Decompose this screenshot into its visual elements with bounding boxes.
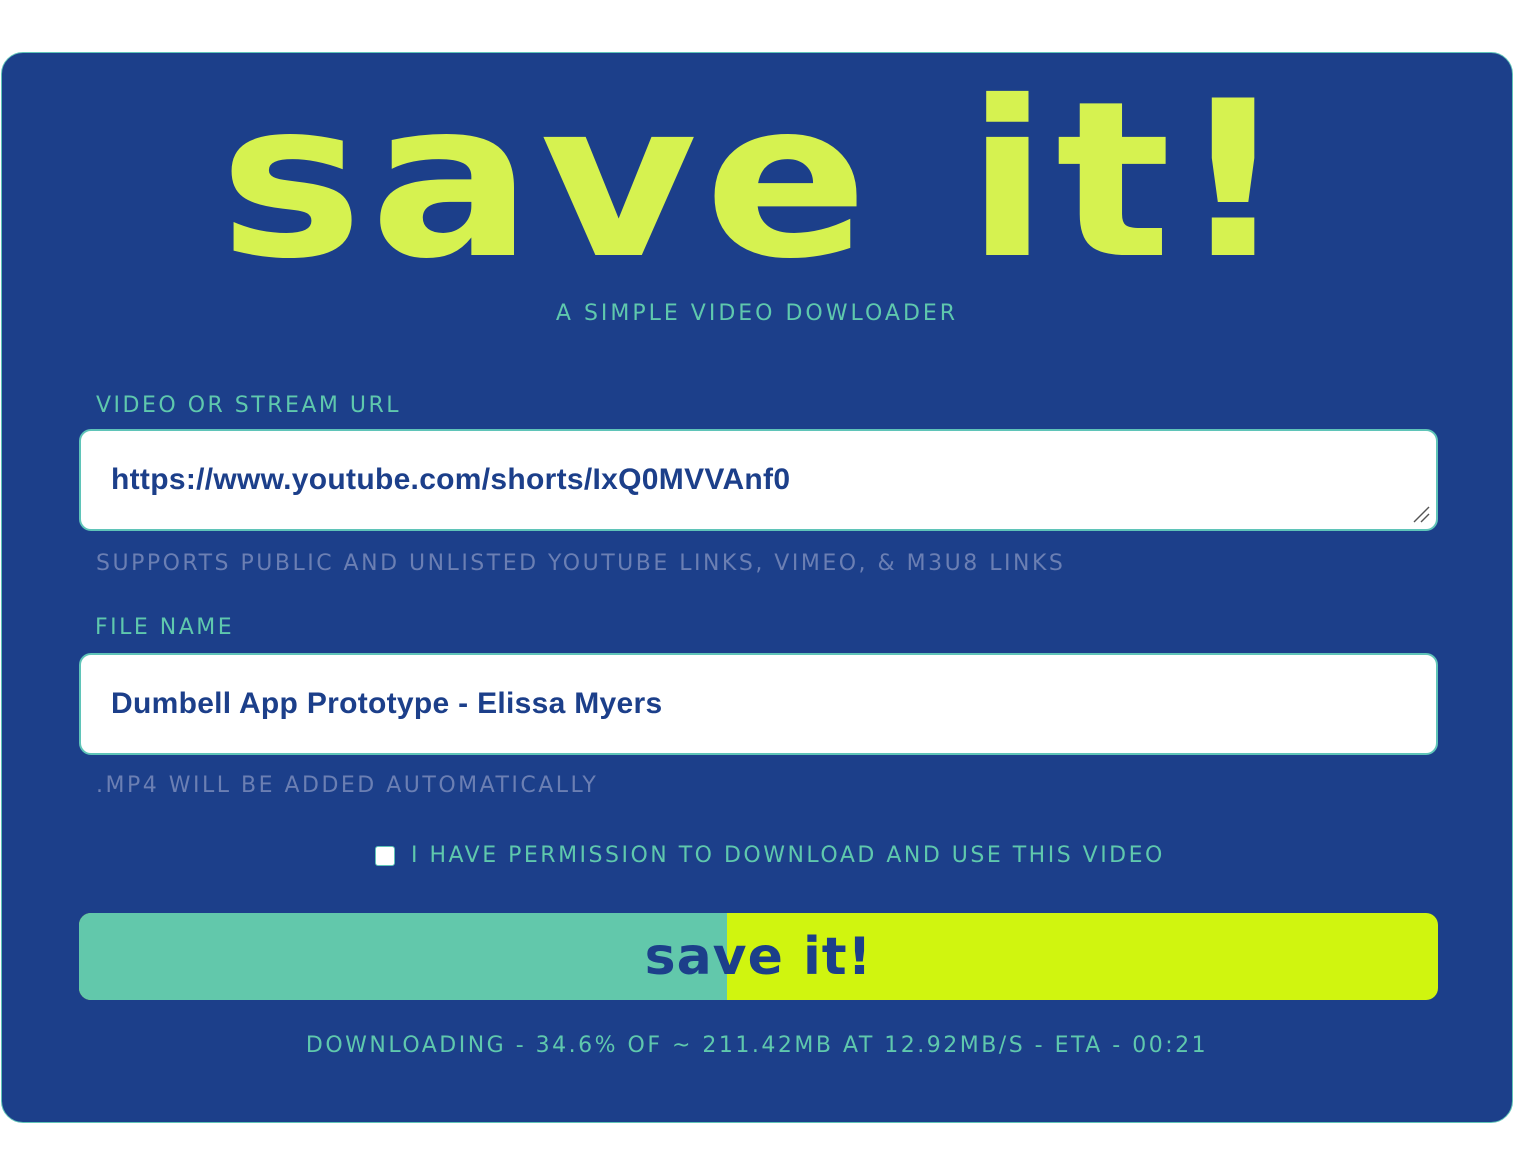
filename-input[interactable]: Dumbell App Prototype - Elissa Myers: [79, 653, 1438, 755]
checkbox-icon[interactable]: [375, 845, 395, 866]
filename-hint: .MP4 WILL BE ADDED AUTOMATICALLY: [96, 773, 599, 798]
url-hint: SUPPORTS PUBLIC AND UNLISTED YOUTUBE LIN…: [96, 551, 1066, 576]
app-logo: save it!: [219, 55, 1295, 306]
save-button[interactable]: save it!: [79, 913, 1438, 1000]
permission-label[interactable]: I HAVE PERMISSION TO DOWNLOAD AND USE TH…: [411, 843, 1165, 868]
url-label: VIDEO OR STREAM URL: [96, 393, 402, 418]
app-subtitle: A SIMPLE VIDEO DOWLOADER: [555, 301, 959, 326]
download-status: DOWNLOADING - 34.6% OF ~ 211.42MB AT 12.…: [305, 1033, 1209, 1058]
url-input[interactable]: https://www.youtube.com/shorts/IxQ0MVVAn…: [79, 429, 1438, 531]
filename-label: FILE NAME: [95, 615, 235, 640]
filename-input-value: Dumbell App Prototype - Elissa Myers: [111, 687, 663, 720]
permission-row[interactable]: I HAVE PERMISSION TO DOWNLOAD AND USE TH…: [375, 843, 1165, 868]
url-input-value: https://www.youtube.com/shorts/IxQ0MVVAn…: [111, 463, 791, 496]
save-button-label: save it!: [644, 926, 873, 987]
resize-grip-icon[interactable]: [1412, 505, 1430, 523]
downloader-card: save it! A SIMPLE VIDEO DOWLOADER VIDEO …: [1, 52, 1513, 1123]
